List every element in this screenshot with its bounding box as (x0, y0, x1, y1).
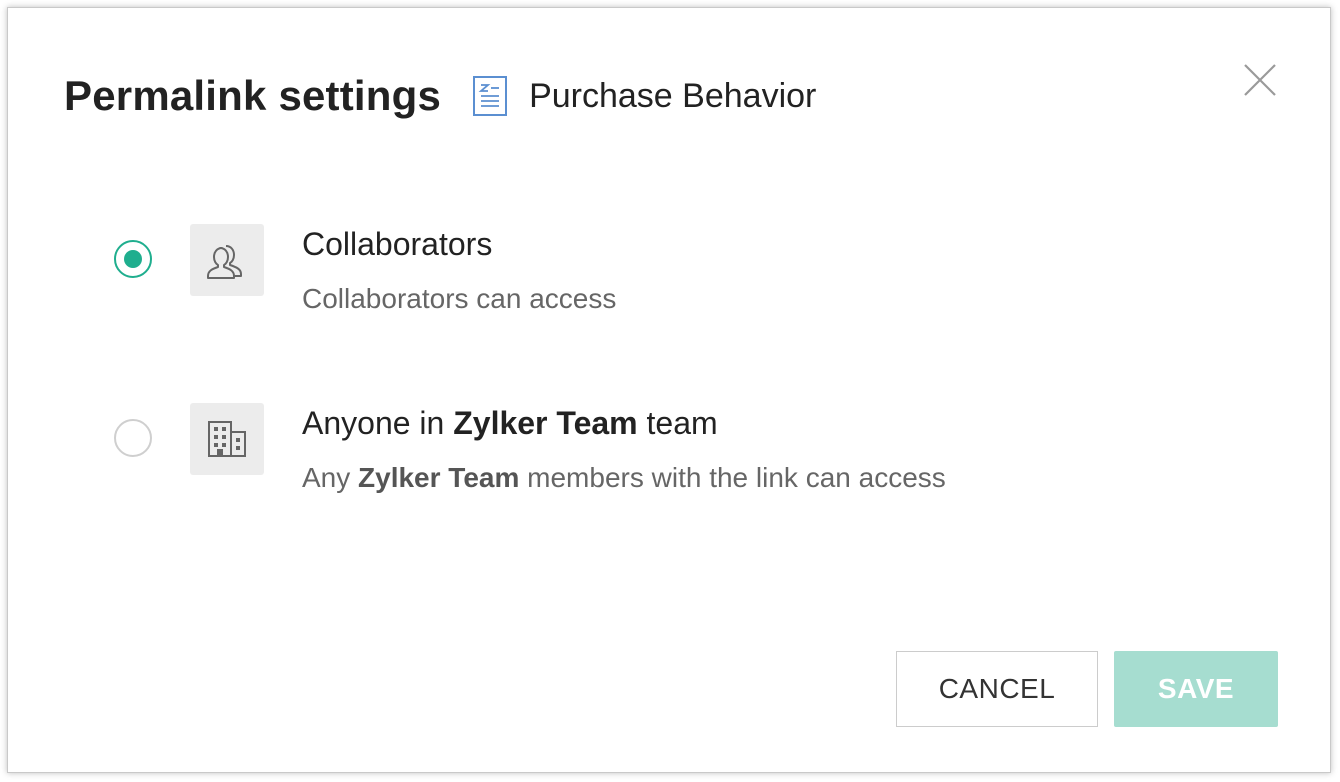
permalink-settings-dialog: Permalink settings Purchase Behavior Col… (7, 7, 1331, 773)
document-icon (471, 74, 509, 118)
option-team[interactable]: Anyone in Zylker Team team Any Zylker Te… (114, 403, 946, 495)
dialog-title: Permalink settings (64, 72, 442, 119)
option-description: Collaborators can access (302, 283, 617, 314)
save-button[interactable]: SAVE (1114, 651, 1278, 727)
team-name: Zylker Team (453, 405, 638, 441)
close-icon[interactable] (1240, 60, 1280, 100)
option-title-prefix: Anyone in (302, 405, 454, 441)
option-desc-suffix: members with the link can access (519, 462, 946, 493)
team-name: Zylker Team (358, 462, 520, 493)
option-title: Anyone in Zylker Team team (302, 403, 946, 443)
building-icon (190, 403, 264, 475)
cancel-button[interactable]: CANCEL (896, 651, 1098, 727)
radio-collaborators[interactable] (114, 240, 152, 278)
radio-team[interactable] (114, 419, 152, 457)
option-title: Collaborators (302, 226, 493, 262)
option-collaborators[interactable]: Collaborators Collaborators can access (114, 224, 616, 316)
dialog-header: Permalink settings Purchase Behavior (64, 64, 816, 128)
option-description: Any Zylker Team members with the link ca… (302, 461, 946, 495)
users-icon (190, 224, 264, 296)
option-desc-prefix: Any (302, 462, 359, 493)
option-title-suffix: team (637, 405, 718, 441)
document-name: Purchase Behavior (529, 76, 817, 115)
